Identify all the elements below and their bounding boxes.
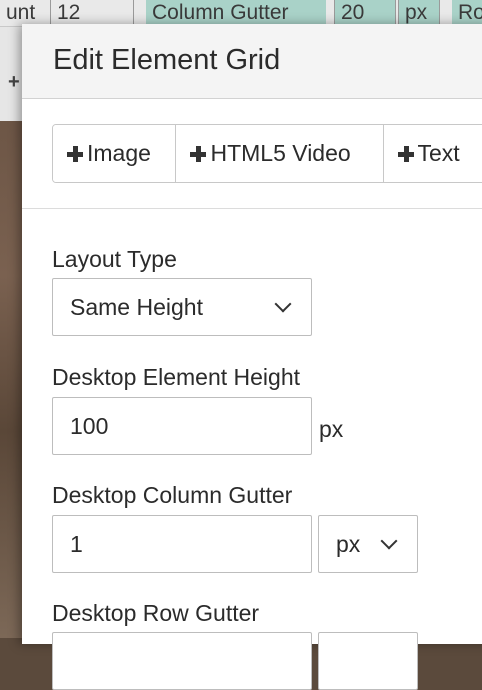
bg-row-label: Ro [452, 0, 482, 26]
row-gutter-input[interactable] [52, 632, 312, 690]
bg-count-label: unt [0, 0, 38, 26]
add-image-label: Image [87, 140, 151, 167]
section-divider [22, 208, 482, 209]
add-text-button[interactable]: Text [384, 125, 482, 182]
layout-type-select[interactable]: Same Height [52, 278, 312, 336]
bg-column-gutter-label: Column Gutter [146, 0, 326, 26]
chevron-down-icon [381, 533, 398, 550]
plus-icon [398, 146, 414, 162]
element-height-value: 100 [70, 413, 108, 439]
background-sidebar: + [0, 27, 22, 121]
chevron-down-icon [275, 296, 292, 313]
plus-icon [67, 146, 83, 162]
background-toolbar: unt 12 Column Gutter 20 px Ro [0, 0, 482, 27]
bg-column-gutter-field: 20 [334, 0, 396, 26]
column-gutter-unit-value: px [336, 531, 360, 557]
bg-unit-field: px [398, 0, 440, 26]
dialog-header: Edit Element Grid [22, 24, 482, 99]
layout-type-value: Same Height [70, 294, 203, 320]
element-height-label: Desktop Element Height [52, 364, 300, 391]
add-text-label: Text [418, 140, 460, 167]
add-html5-video-label: HTML5 Video [210, 140, 350, 167]
edit-element-grid-dialog: Edit Element Grid Image HTML5 Video Text… [22, 24, 482, 644]
row-gutter-unit-select[interactable] [318, 632, 418, 690]
add-image-button[interactable]: Image [53, 125, 176, 182]
add-html5-video-button[interactable]: HTML5 Video [176, 125, 383, 182]
plus-icon [190, 146, 206, 162]
bg-plus-icon: + [8, 71, 20, 94]
background-image [0, 121, 22, 638]
column-gutter-unit-select[interactable]: px [318, 515, 418, 573]
column-gutter-input[interactable]: 1 [52, 515, 312, 573]
column-gutter-value: 1 [70, 531, 83, 557]
add-element-button-group: Image HTML5 Video Text [52, 124, 482, 183]
element-height-unit: px [319, 416, 343, 443]
dialog-title: Edit Element Grid [53, 44, 280, 77]
row-gutter-label: Desktop Row Gutter [52, 600, 259, 627]
element-height-input[interactable]: 100 [52, 397, 312, 455]
layout-type-label: Layout Type [52, 246, 177, 273]
bg-count-field: 12 [50, 0, 134, 26]
column-gutter-label: Desktop Column Gutter [52, 482, 292, 509]
